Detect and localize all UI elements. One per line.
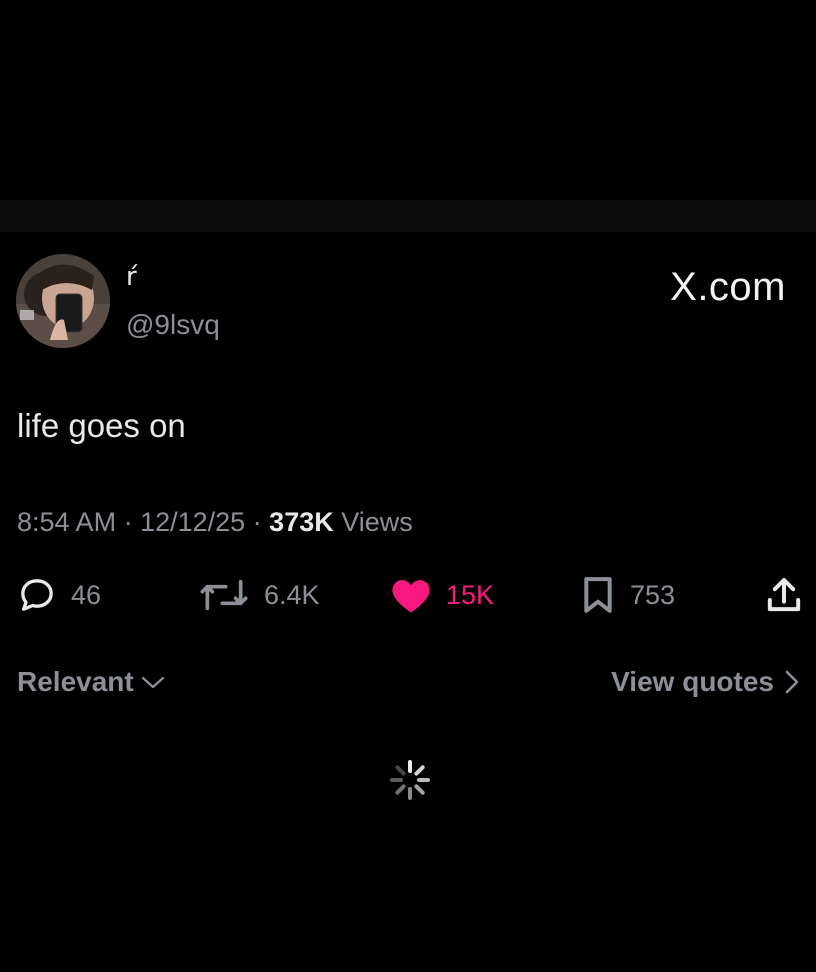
site-watermark: X.com bbox=[670, 265, 786, 309]
tweet-time[interactable]: 8:54 AM bbox=[17, 507, 116, 537]
display-name[interactable]: ŕ bbox=[126, 262, 137, 292]
reply-icon bbox=[21, 579, 53, 611]
share-icon bbox=[767, 578, 801, 612]
meta-separator: · bbox=[116, 507, 141, 537]
repost-count: 6.4K bbox=[264, 579, 320, 610]
heart-icon bbox=[392, 580, 430, 613]
meta-separator: · bbox=[245, 507, 270, 537]
avatar[interactable] bbox=[16, 254, 110, 348]
chevron-right-icon bbox=[785, 670, 799, 694]
tweet-text: life goes on bbox=[17, 407, 186, 444]
action-bar: 46 6.4K 15K 753 bbox=[0, 571, 816, 619]
views-count: 373K bbox=[269, 507, 334, 537]
chevron-down-icon bbox=[141, 676, 164, 689]
view-quotes-label: View quotes bbox=[611, 666, 774, 697]
reply-count: 46 bbox=[71, 579, 102, 610]
tweet-date[interactable]: 12/12/25 bbox=[140, 507, 245, 537]
view-quotes-link[interactable]: View quotes bbox=[611, 664, 800, 700]
like-count: 15K bbox=[446, 579, 495, 610]
avatar-photo bbox=[16, 254, 110, 348]
bookmark-button[interactable]: 753 bbox=[580, 571, 675, 619]
like-button[interactable]: 15K bbox=[390, 571, 494, 619]
share-button[interactable] bbox=[764, 571, 804, 619]
bookmark-count: 753 bbox=[630, 579, 676, 610]
user-handle[interactable]: @9lsvq bbox=[126, 308, 220, 342]
tweet-meta: 8:54 AM · 12/12/25 · 373K Views bbox=[17, 505, 413, 539]
loading-spinner-icon bbox=[390, 760, 430, 800]
bookmark-icon bbox=[584, 577, 612, 613]
views-label: Views bbox=[333, 507, 413, 537]
replies-sort-label: Relevant bbox=[17, 666, 134, 697]
repost-icon bbox=[200, 579, 248, 611]
reply-button[interactable]: 46 bbox=[17, 571, 101, 619]
repost-button[interactable]: 6.4K bbox=[198, 571, 320, 619]
top-bar bbox=[0, 200, 816, 232]
replies-sort-dropdown[interactable]: Relevant bbox=[17, 664, 166, 700]
